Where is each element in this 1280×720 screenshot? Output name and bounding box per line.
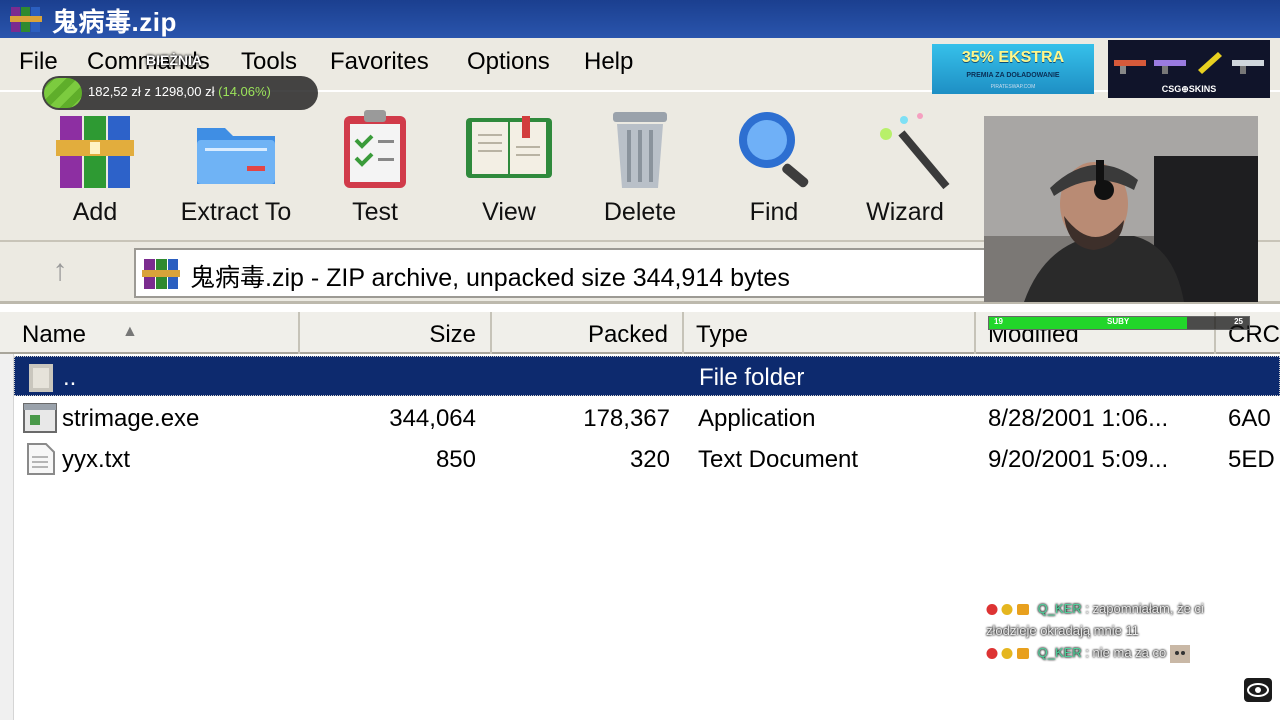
- view-label: View: [482, 198, 536, 226]
- delete-button[interactable]: Delete: [575, 106, 705, 236]
- streamer-webcam-image: [984, 116, 1258, 302]
- goal-percent: (14.06%): [218, 84, 271, 99]
- menu-favorites[interactable]: Favorites: [330, 48, 429, 76]
- cell-type: Application: [698, 405, 816, 432]
- view-button[interactable]: View: [444, 106, 574, 236]
- clipboard-check-icon: [344, 110, 406, 188]
- rifle-skin-icon: [1154, 60, 1186, 74]
- cell-packed: 178,367: [583, 405, 670, 432]
- ad-headline: 35% EKSTRA: [961, 49, 1065, 66]
- table-row[interactable]: yyx.txt 850 320 Text Document 9/20/2001 …: [14, 439, 1280, 479]
- webcam-overlay: [984, 116, 1258, 302]
- table-row[interactable]: .. File folder: [14, 356, 1280, 396]
- goal-separator: z: [144, 84, 151, 99]
- column-header-size[interactable]: Size: [300, 312, 492, 354]
- title-bar: 鬼病毒.zip: [0, 0, 1280, 38]
- list-left-gutter: [0, 354, 14, 720]
- trash-icon: [613, 112, 667, 188]
- parent-folder-icon: [29, 364, 53, 392]
- text-file-icon: [27, 443, 55, 475]
- find-label: Find: [749, 198, 799, 226]
- chat-badges-icon: [986, 604, 1029, 616]
- cell-size: 344,064: [389, 405, 476, 432]
- eye-glyph: [1247, 683, 1269, 697]
- cell-size: 850: [435, 446, 476, 473]
- magnifier-icon: [739, 112, 809, 188]
- winrar-app-icon: [10, 7, 42, 32]
- chat-username[interactable]: Q_KER: [1038, 601, 1082, 616]
- donation-goal-text: 182,52 zł z 1298,00 zł (14.06%): [88, 84, 271, 99]
- menu-options[interactable]: Options: [467, 48, 550, 76]
- subscriber-goal-bar: 19 SUBY 25: [988, 316, 1250, 330]
- cell-name: strimage.exe: [62, 405, 200, 432]
- chat-overlay: Q_KER : zapomniałam, że ci złodzieje okr…: [986, 598, 1236, 678]
- cell-modified: 8/28/2001 1:06...: [988, 405, 1169, 432]
- test-label: Test: [352, 198, 398, 226]
- folder-icon: [197, 128, 275, 184]
- table-row[interactable]: strimage.exe 344,064 178,367 Application…: [14, 398, 1280, 438]
- menu-help[interactable]: Help: [584, 48, 633, 76]
- column-header-name[interactable]: Name ▲: [10, 312, 300, 354]
- sort-ascending-icon: ▲: [122, 323, 138, 340]
- goal-current: 182,52 zł: [88, 84, 141, 99]
- executable-file-icon: [23, 403, 57, 433]
- subscriber-goal-target: 25: [1234, 317, 1243, 326]
- test-button[interactable]: Test: [310, 106, 440, 236]
- chat-text: nie ma za co: [1092, 645, 1167, 660]
- add-label: Add: [72, 198, 118, 226]
- open-book-icon: [466, 116, 552, 178]
- pirateswap-ad-banner[interactable]: 35% EKSTRA PREMIA ZA DOŁADOWANIE PIRATES…: [932, 44, 1094, 94]
- archive-path-text: 鬼病毒.zip - ZIP archive, unpacked size 344…: [190, 264, 790, 292]
- menu-file[interactable]: File: [19, 48, 58, 76]
- cell-name: yyx.txt: [62, 446, 131, 473]
- menu-tools[interactable]: Tools: [241, 48, 297, 76]
- skins-banner-label: CSG⊕SKINS: [1161, 84, 1217, 94]
- cell-name: ..: [63, 364, 77, 391]
- subscriber-goal-label: SUBY: [1107, 317, 1130, 326]
- find-button[interactable]: Find: [709, 106, 839, 236]
- eye-icon[interactable]: [1244, 678, 1272, 702]
- delete-label: Delete: [603, 198, 677, 226]
- winrar-archive-icon: [142, 259, 180, 289]
- extract-to-button[interactable]: Extract To: [171, 106, 301, 236]
- chat-username[interactable]: Q_KER: [1038, 645, 1082, 660]
- cell-type: Text Document: [698, 446, 859, 473]
- donation-goal-bar: 182,52 zł z 1298,00 zł (14.06%): [42, 76, 318, 110]
- ad-subtitle: PREMIA ZA DOŁADOWANIE: [966, 72, 1060, 79]
- column-header-packed[interactable]: Packed: [492, 312, 684, 354]
- arrow-up-icon: ↑: [52, 254, 68, 287]
- ad-footer: PIRATESWAP.COM: [990, 84, 1036, 90]
- column-name-label: Name: [22, 321, 87, 348]
- goal-label: BIEŻNIA: [146, 52, 202, 68]
- magic-wand-icon: [880, 113, 950, 190]
- knife-skin-icon: [1198, 52, 1222, 74]
- extract-to-label: Extract To: [180, 198, 292, 226]
- subscriber-goal-fill: [989, 317, 1187, 329]
- cell-crc: 5ED: [1228, 446, 1275, 473]
- goal-total: 1298,00 zł: [154, 84, 215, 99]
- window-title: 鬼病毒.zip: [52, 7, 177, 37]
- wizard-button[interactable]: Wizard: [840, 106, 970, 236]
- cell-modified: 9/20/2001 5:09...: [988, 446, 1169, 473]
- chat-badges-icon: [986, 648, 1029, 660]
- subscriber-goal-current: 19: [994, 317, 1003, 326]
- up-one-level-button[interactable]: ↑: [40, 254, 80, 292]
- csgoskins-banner[interactable]: CSG⊕SKINS: [1108, 40, 1270, 98]
- donation-goal-fill: [44, 78, 82, 108]
- cat-emote-icon: [1169, 644, 1190, 663]
- chat-message: Q_KER : nie ma za co: [986, 642, 1236, 664]
- add-books-icon: [56, 116, 134, 188]
- rifle-skin-icon: [1114, 60, 1146, 74]
- cell-type: File folder: [699, 364, 805, 391]
- chat-message: Q_KER : zapomniałam, że ci złodzieje okr…: [986, 601, 1204, 638]
- cell-crc: 6A0: [1228, 405, 1271, 432]
- cell-packed: 320: [629, 446, 670, 473]
- add-button[interactable]: Add: [30, 106, 160, 236]
- wizard-label: Wizard: [866, 198, 944, 226]
- column-header-type[interactable]: Type: [684, 312, 976, 354]
- rifle-skin-icon: [1232, 60, 1264, 74]
